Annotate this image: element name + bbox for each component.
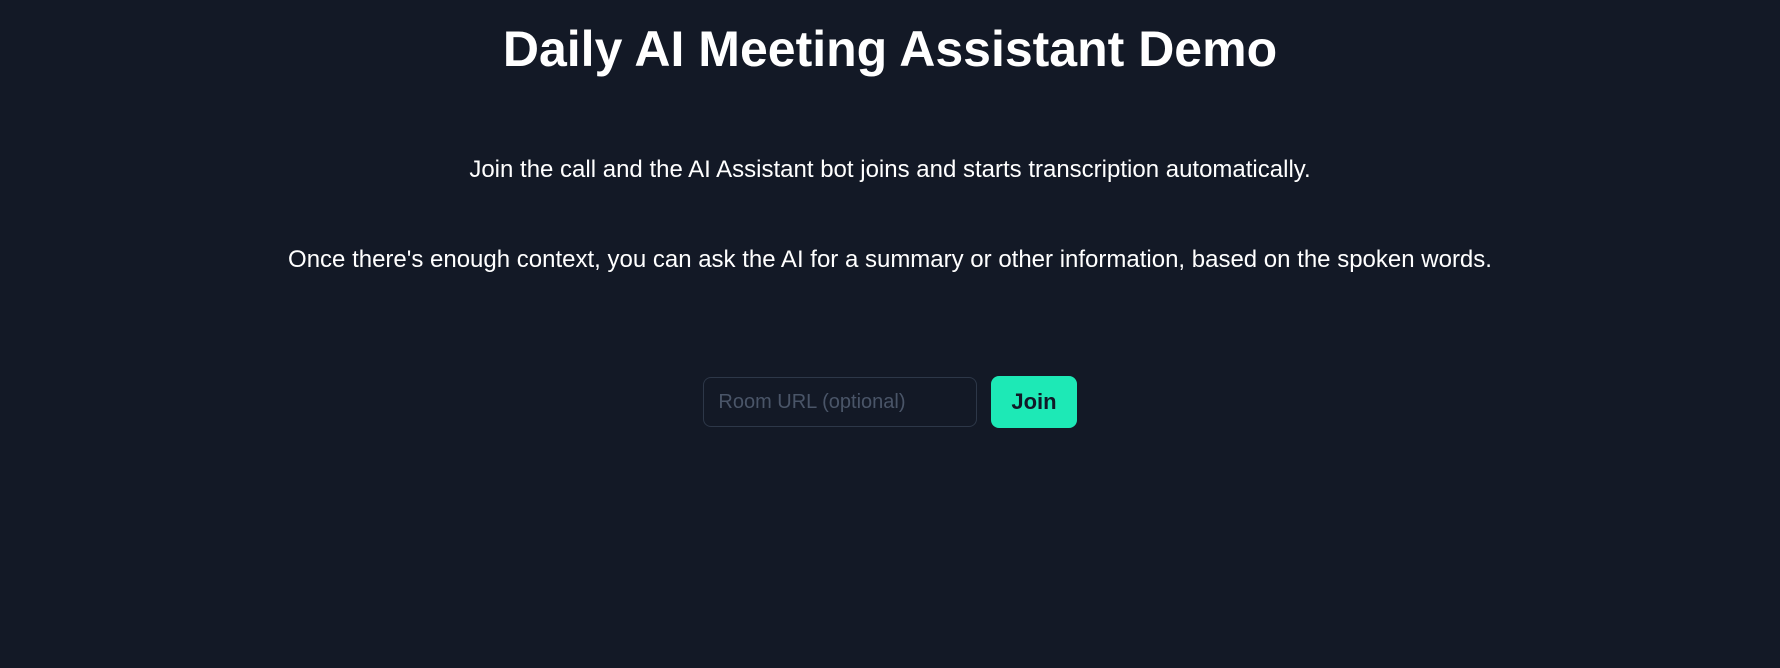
join-button[interactable]: Join [991,376,1076,428]
room-url-input[interactable] [703,377,977,427]
join-form: Join [703,376,1076,428]
description-line-2: Once there's enough context, you can ask… [288,246,1492,274]
description-line-1: Join the call and the AI Assistant bot j… [469,156,1310,184]
page-title: Daily AI Meeting Assistant Demo [503,20,1277,78]
